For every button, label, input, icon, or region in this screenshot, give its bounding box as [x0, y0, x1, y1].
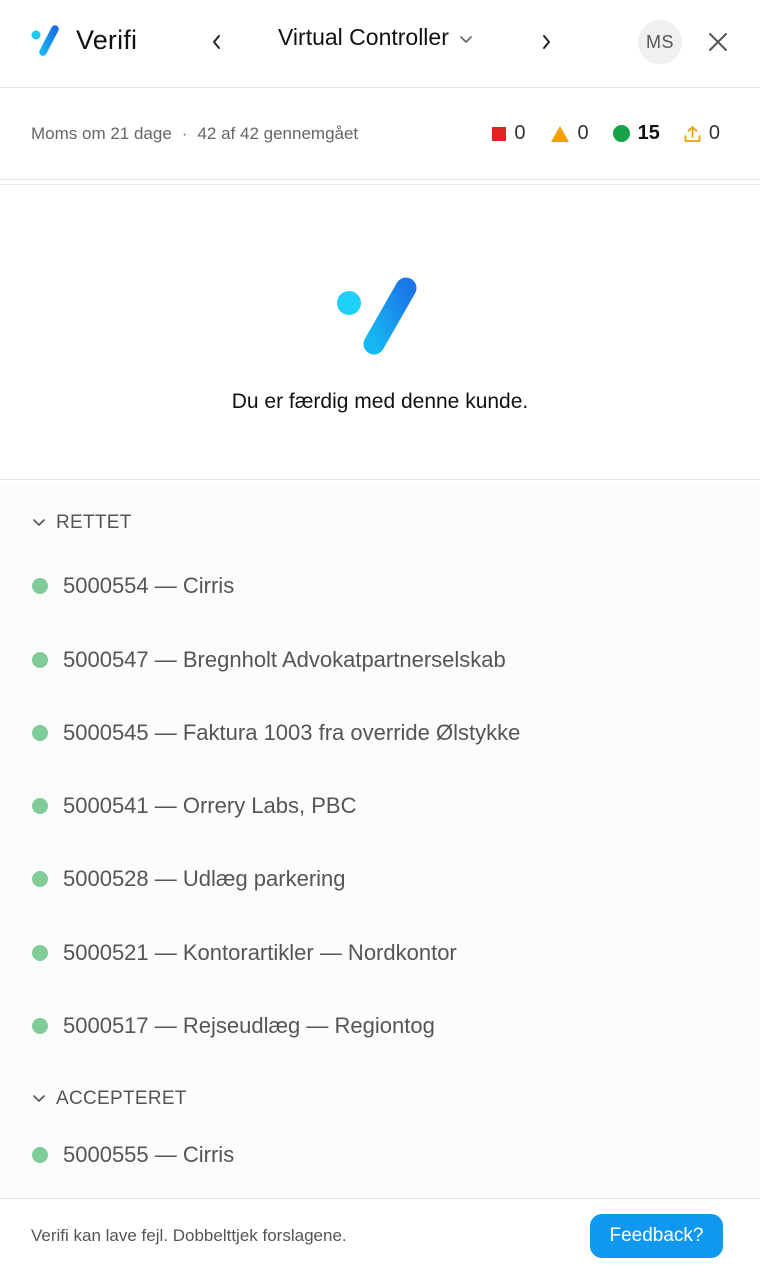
status-dot [32, 725, 48, 741]
status-summary: Moms om 21 dage · 42 af 42 gennemgået [31, 124, 358, 144]
list-item[interactable]: 5000555 — Cirris [32, 1135, 732, 1175]
chevron-down-icon [460, 35, 472, 43]
completion-message: Du er færdig med denne kunde. [231, 390, 529, 413]
status-dot [32, 1147, 48, 1163]
next-client-button[interactable] [534, 26, 558, 58]
list-item[interactable]: 5000554 — Cirris [32, 566, 732, 606]
status-dot [32, 578, 48, 594]
red-square-icon [492, 126, 507, 141]
previous-client-button[interactable] [205, 26, 229, 58]
warning-count[interactable]: 0 [550, 122, 589, 145]
chevron-down-icon [33, 519, 45, 526]
section-header-accepteret[interactable]: ACCEPTERET [32, 1088, 187, 1110]
chevron-left-icon [213, 35, 220, 49]
section-header-rettet[interactable]: RETTET [32, 512, 132, 534]
top-bar: Verifi Virtual Controller MS [0, 0, 760, 88]
list-item[interactable]: 5000517 — Rejseudlæg — Regiontog [32, 1006, 732, 1046]
disclaimer-text: Verifi kan lave fejl. Dobbelttjek forsla… [31, 1226, 347, 1245]
separator: · [181, 124, 188, 143]
green-circle-icon [612, 125, 630, 142]
warning-triangle-icon [550, 125, 569, 142]
brand-name: Verifi [76, 24, 138, 55]
chevron-right-icon [543, 35, 550, 49]
reviewed-text: 42 af 42 gennemgået [197, 124, 359, 143]
list-item[interactable]: 5000528 — Udlæg parkering [32, 859, 732, 899]
user-avatar[interactable]: MS [638, 20, 682, 64]
status-dot [32, 1018, 48, 1034]
list-item[interactable]: 5000545 — Faktura 1003 fra override Ølst… [32, 713, 732, 753]
brand-logo[interactable]: Verifi [30, 22, 137, 58]
client-selector[interactable]: Virtual Controller [278, 24, 473, 51]
status-counts: 0 0 15 0 [468, 122, 720, 145]
list-item[interactable]: 5000521 — Kontorartikler — Nordkontor [32, 933, 732, 973]
list-item[interactable]: 5000541 — Orrery Labs, PBC [32, 786, 732, 826]
error-count[interactable]: 0 [492, 122, 526, 145]
deadline-text: Moms om 21 dage [31, 124, 172, 143]
verifi-logo-icon [337, 277, 417, 355]
status-dot [32, 798, 48, 814]
upload-count[interactable]: 0 [684, 122, 720, 145]
status-dot [32, 871, 48, 887]
client-title: Virtual Controller [278, 24, 449, 50]
close-icon [709, 33, 727, 51]
status-dot [32, 945, 48, 961]
feedback-button[interactable]: Feedback? [590, 1214, 723, 1258]
verifi-logo-icon [31, 25, 59, 56]
ok-count[interactable]: 15 [612, 122, 660, 145]
list-item[interactable]: 5000547 — Bregnholt Advokatpartnerselska… [32, 640, 732, 680]
close-button[interactable] [704, 28, 732, 56]
upload-icon [684, 125, 701, 142]
status-dot [32, 652, 48, 668]
chevron-down-icon [33, 1095, 45, 1102]
divider [0, 184, 760, 185]
